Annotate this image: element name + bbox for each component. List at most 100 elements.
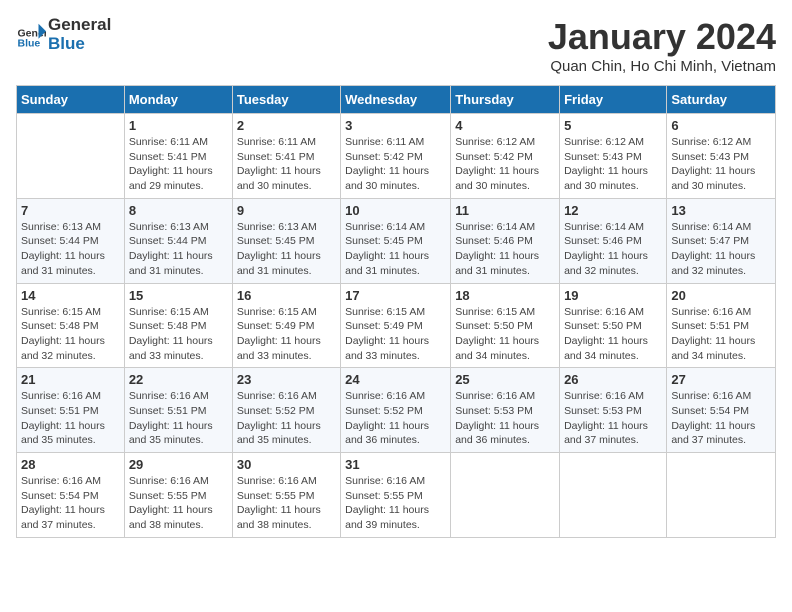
calendar-cell: 21Sunrise: 6:16 AM Sunset: 5:51 PM Dayli… [17, 368, 125, 453]
day-info: Sunrise: 6:16 AM Sunset: 5:55 PM Dayligh… [129, 474, 228, 533]
calendar-cell: 11 Sunrise: 6:14 AM Sunset: 5:46 PM Dayli… [451, 198, 560, 283]
day-info: Sunrise: 6:13 AM Sunset: 5:45 PM Dayligh… [237, 220, 336, 279]
calendar-cell: 26 Sunrise: 6:16 AM Sunset: 5:53 PM Dayli… [560, 368, 667, 453]
day-info: Sunrise: 6:16 AM Sunset: 5:50 PM Dayligh… [564, 305, 662, 364]
day-number: 19 [564, 288, 662, 303]
day-info: Sunrise: 6:16 AM Sunset: 5:55 PM Dayligh… [237, 474, 336, 533]
calendar-cell: 5Sunrise: 6:12 AM Sunset: 5:43 PM Daylig… [560, 114, 667, 199]
calendar-cell [560, 453, 667, 538]
day-info: Sunrise: 6:14 AM Sunset: 5:47 PM Dayligh… [671, 220, 771, 279]
day-number: 3 [345, 118, 446, 133]
day-number: 14 [21, 288, 120, 303]
day-of-week-wednesday: Wednesday [341, 86, 451, 114]
day-number: 30 [237, 457, 336, 472]
logo-general-text: General [48, 16, 111, 35]
calendar-week-row: 21 Sunrise: 6:16 AM Sunset: 5:51 PM Dayli… [17, 368, 776, 453]
day-number: 27 [671, 372, 771, 387]
calendar-cell: 4Sunrise: 6:12 AM Sunset: 5:42 PM Daylig… [451, 114, 560, 199]
calendar-cell [17, 114, 125, 199]
calendar-cell: 17Sunrise: 6:15 AM Sunset: 5:49 PM Dayli… [341, 283, 451, 368]
calendar-cell: 24Sunrise: 6:16 AM Sunset: 5:52 PM Dayli… [341, 368, 451, 453]
calendar-cell: 8 Sunrise: 6:13 AM Sunset: 5:44 PM Daylig… [124, 198, 232, 283]
day-info: Sunrise: 6:12 AM Sunset: 5:43 PM Dayligh… [564, 135, 662, 194]
calendar-cell: 7 Sunrise: 6:13 AM Sunset: 5:44 PM Daylig… [17, 198, 125, 283]
day-number: 9 [237, 203, 336, 218]
day-info: Sunrise: 6:16 AM Sunset: 5:51 PM Dayligh… [671, 305, 771, 364]
day-info: Sunrise: 6:15 AM Sunset: 5:50 PM Dayligh… [455, 305, 555, 364]
day-info: Sunrise: 6:16 AM Sunset: 5:51 PM Dayligh… [129, 389, 228, 448]
calendar-cell: 3Sunrise: 6:11 AM Sunset: 5:42 PM Daylig… [341, 114, 451, 199]
day-number: 10 [345, 203, 446, 218]
location-title: Quan Chin, Ho Chi Minh, Vietnam [548, 58, 776, 75]
day-of-week-saturday: Saturday [667, 86, 776, 114]
day-info: Sunrise: 6:15 AM Sunset: 5:49 PM Dayligh… [237, 305, 336, 364]
day-number: 15 [129, 288, 228, 303]
calendar-cell: 12 Sunrise: 6:14 AM Sunset: 5:46 PM Dayli… [560, 198, 667, 283]
calendar-cell: 9 Sunrise: 6:13 AM Sunset: 5:45 PM Daylig… [232, 198, 340, 283]
day-number: 22 [129, 372, 228, 387]
day-number: 24 [345, 372, 446, 387]
day-info: Sunrise: 6:15 AM Sunset: 5:49 PM Dayligh… [345, 305, 446, 364]
day-info: Sunrise: 6:11 AM Sunset: 5:41 PM Dayligh… [129, 135, 228, 194]
day-info: Sunrise: 6:11 AM Sunset: 5:41 PM Dayligh… [237, 135, 336, 194]
day-info: Sunrise: 6:16 AM Sunset: 5:54 PM Dayligh… [21, 474, 120, 533]
day-number: 6 [671, 118, 771, 133]
day-info: Sunrise: 6:16 AM Sunset: 5:53 PM Dayligh… [455, 389, 555, 448]
day-number: 13 [671, 203, 771, 218]
day-info: Sunrise: 6:13 AM Sunset: 5:44 PM Dayligh… [21, 220, 120, 279]
day-number: 18 [455, 288, 555, 303]
logo-blue-text: Blue [48, 35, 111, 54]
calendar-header-row: SundayMondayTuesdayWednesdayThursdayFrid… [17, 86, 776, 114]
calendar-week-row: 1 Sunrise: 6:11 AM Sunset: 5:41 PM Daylig… [17, 114, 776, 199]
calendar-cell: 13 Sunrise: 6:14 AM Sunset: 5:47 PM Dayli… [667, 198, 776, 283]
calendar-week-row: 28 Sunrise: 6:16 AM Sunset: 5:54 PM Dayli… [17, 453, 776, 538]
day-number: 29 [129, 457, 228, 472]
day-number: 12 [564, 203, 662, 218]
calendar-table: SundayMondayTuesdayWednesdayThursdayFrid… [16, 85, 776, 538]
day-number: 26 [564, 372, 662, 387]
calendar-body: 1 Sunrise: 6:11 AM Sunset: 5:41 PM Daylig… [17, 114, 776, 538]
calendar-cell: 30 Sunrise: 6:16 AM Sunset: 5:55 PM Dayli… [232, 453, 340, 538]
day-number: 20 [671, 288, 771, 303]
day-info: Sunrise: 6:14 AM Sunset: 5:46 PM Dayligh… [564, 220, 662, 279]
day-number: 7 [21, 203, 120, 218]
day-info: Sunrise: 6:13 AM Sunset: 5:44 PM Dayligh… [129, 220, 228, 279]
day-number: 16 [237, 288, 336, 303]
title-section: January 2024 Quan Chin, Ho Chi Minh, Vie… [548, 16, 776, 75]
day-info: Sunrise: 6:12 AM Sunset: 5:43 PM Dayligh… [671, 135, 771, 194]
day-number: 23 [237, 372, 336, 387]
day-number: 11 [455, 203, 555, 218]
calendar-cell: 29 Sunrise: 6:16 AM Sunset: 5:55 PM Dayli… [124, 453, 232, 538]
day-info: Sunrise: 6:16 AM Sunset: 5:53 PM Dayligh… [564, 389, 662, 448]
day-of-week-friday: Friday [560, 86, 667, 114]
day-info: Sunrise: 6:16 AM Sunset: 5:54 PM Dayligh… [671, 389, 771, 448]
calendar-cell: 15 Sunrise: 6:15 AM Sunset: 5:48 PM Dayli… [124, 283, 232, 368]
day-number: 8 [129, 203, 228, 218]
day-number: 28 [21, 457, 120, 472]
day-info: Sunrise: 6:16 AM Sunset: 5:55 PM Dayligh… [345, 474, 446, 533]
day-number: 31 [345, 457, 446, 472]
logo-icon: General Blue [16, 20, 46, 50]
day-info: Sunrise: 6:14 AM Sunset: 5:46 PM Dayligh… [455, 220, 555, 279]
page-header: General Blue General Blue January 2024 Q… [16, 16, 776, 75]
logo: General Blue General Blue [16, 16, 111, 53]
calendar-cell: 23 Sunrise: 6:16 AM Sunset: 5:52 PM Dayli… [232, 368, 340, 453]
day-info: Sunrise: 6:15 AM Sunset: 5:48 PM Dayligh… [21, 305, 120, 364]
calendar-cell: 25Sunrise: 6:16 AM Sunset: 5:53 PM Dayli… [451, 368, 560, 453]
day-number: 21 [21, 372, 120, 387]
day-info: Sunrise: 6:15 AM Sunset: 5:48 PM Dayligh… [129, 305, 228, 364]
day-info: Sunrise: 6:14 AM Sunset: 5:45 PM Dayligh… [345, 220, 446, 279]
svg-text:Blue: Blue [18, 37, 41, 49]
calendar-cell: 2 Sunrise: 6:11 AM Sunset: 5:41 PM Daylig… [232, 114, 340, 199]
day-of-week-tuesday: Tuesday [232, 86, 340, 114]
day-number: 4 [455, 118, 555, 133]
calendar-cell: 19 Sunrise: 6:16 AM Sunset: 5:50 PM Dayli… [560, 283, 667, 368]
calendar-cell: 18 Sunrise: 6:15 AM Sunset: 5:50 PM Dayli… [451, 283, 560, 368]
day-number: 2 [237, 118, 336, 133]
calendar-cell [451, 453, 560, 538]
day-info: Sunrise: 6:16 AM Sunset: 5:52 PM Dayligh… [237, 389, 336, 448]
calendar-cell: 31 Sunrise: 6:16 AM Sunset: 5:55 PM Dayli… [341, 453, 451, 538]
day-number: 1 [129, 118, 228, 133]
calendar-cell: 27 Sunrise: 6:16 AM Sunset: 5:54 PM Dayli… [667, 368, 776, 453]
calendar-cell: 20 Sunrise: 6:16 AM Sunset: 5:51 PM Dayli… [667, 283, 776, 368]
